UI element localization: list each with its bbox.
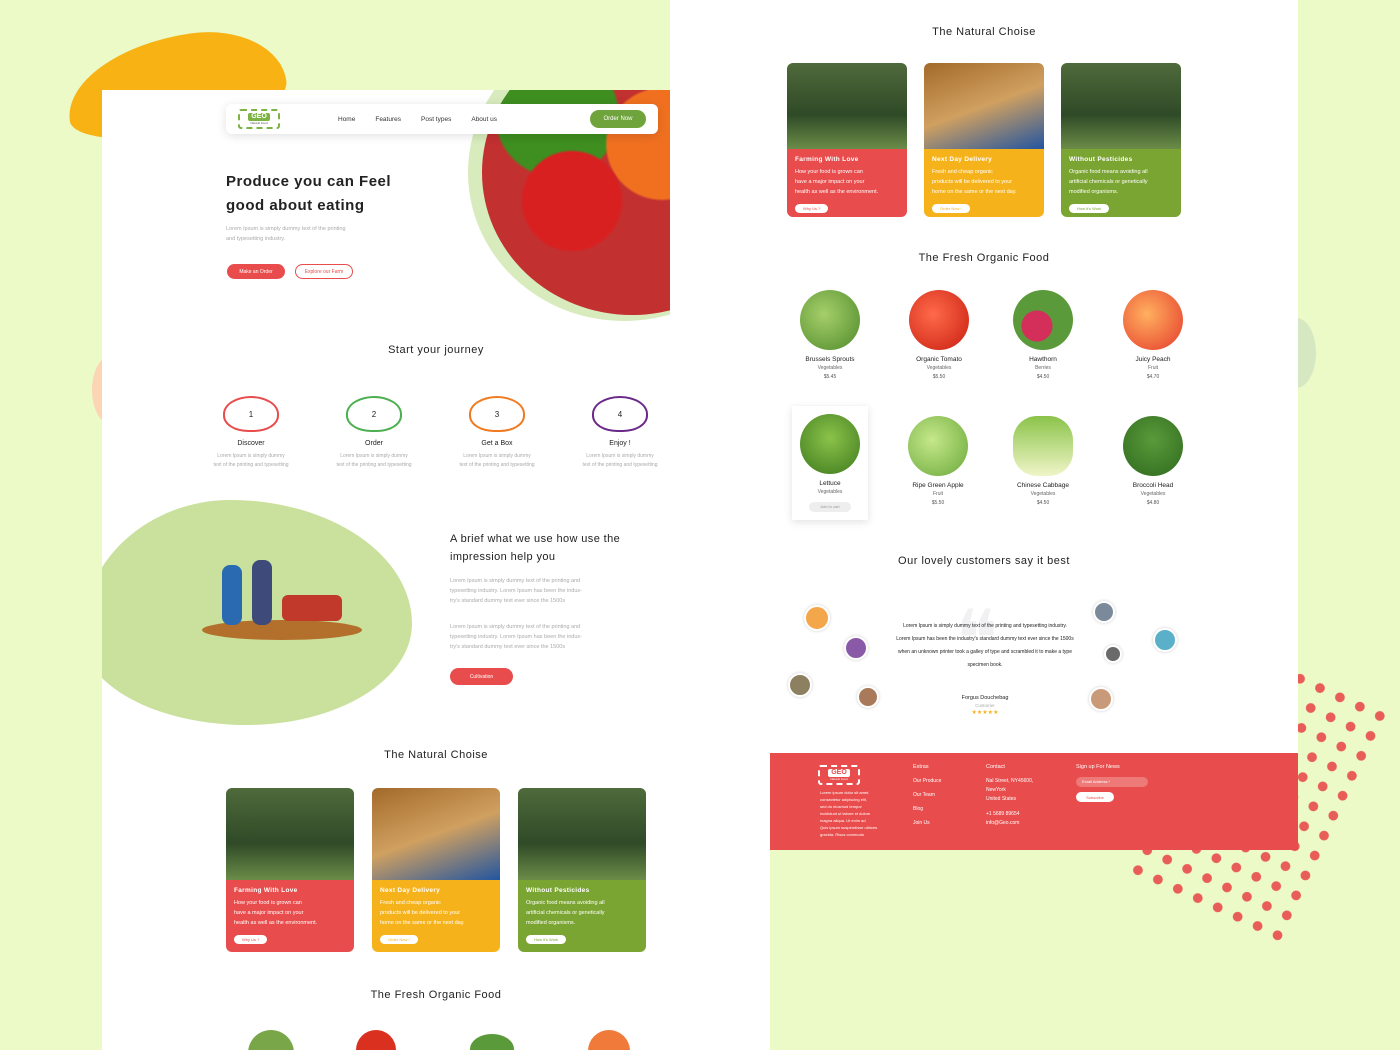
footer: GEO Natural Food Lorem ipsum dolor sit am… [770,753,1298,850]
order-now-card-button[interactable]: Order Now ! [380,935,418,944]
carrot-icon: 3 [469,396,525,432]
brussels-image-peek [248,1030,294,1050]
order-now-card-button[interactable]: Order Now ! [932,204,970,213]
product-juicy-peach[interactable]: Juicy Peach Fruit $4.70 [1103,290,1203,380]
how-it-works-button[interactable]: How it's Work [526,935,567,944]
card-farming: Farming With Love How your food is grown … [226,788,354,952]
peach-image [1123,290,1183,350]
step-order: 2 Order Lorem Ipsum is simply dummy text of… [319,396,429,470]
pesticides-photo [518,788,646,880]
hero-title: Produce you can Feel good about eating [226,173,392,214]
card-pesticides: Without Pesticides Organic food means avo… [518,788,646,952]
order-now-button[interactable]: Order Now [590,110,646,128]
delivery-photo [372,788,500,880]
footer-logo[interactable]: GEO Natural Food [818,765,860,785]
nav-about-us[interactable]: About us [471,116,497,123]
add-to-cart-button[interactable]: Add to cart [809,501,851,512]
geo-logo[interactable]: GEO Natural Food [238,109,280,129]
brief-paragraph-2: Lorem Ipsum is simply dummy text of the … [450,624,582,650]
natural-title-right: The Natural Choise [932,26,1036,38]
avatar[interactable] [804,605,830,631]
card-delivery: Next Day Delivery Fresh and cheap organic… [372,788,500,952]
broccoli-image [1123,416,1183,476]
card-pesticides-right: Without Pesticides Organic food means avo… [1061,63,1181,217]
journey-steps: 1 Discover Lorem Ipsum is simply dummy text… [196,396,675,470]
nav-features[interactable]: Features [375,116,401,123]
subscribe-button[interactable]: Subscribe [1076,792,1114,802]
step-get-box: 3 Get a Box Lorem Ipsum is simply dummy tex… [442,396,552,470]
farming-photo [787,63,907,149]
footer-about: Lorem ipsum dolor sit amet, consectetur a… [820,790,878,837]
card-delivery-right: Next Day Delivery Fresh and cheap organic… [924,63,1044,217]
cultivation-button[interactable]: Cultivation [450,668,513,685]
footer-link[interactable]: Blog [913,805,941,814]
tomato-image [909,290,969,350]
avatar[interactable] [857,686,879,708]
top-navbar: GEO Natural Food Home Features Post types… [226,104,658,134]
avatar[interactable] [1104,645,1122,663]
explore-farm-button[interactable]: Explore our Farm [295,264,353,279]
why-us-button[interactable]: Why Us ? [795,204,829,213]
footer-extras: Extras Our Produce Our Team Blog Join Us [913,764,942,828]
tomato-image-peek [356,1030,396,1050]
rating-stars: ★★★★★ [971,710,999,716]
avatar[interactable] [1093,601,1115,623]
peach-image-peek [588,1030,630,1050]
footer-link[interactable]: Our Team [913,791,941,800]
product-brussels-sprouts[interactable]: Brussels Sprouts Vegetables $5.45 [780,290,880,380]
testimonials-title: Our lovely customers say it best [898,555,1070,567]
testimonial-text: Lorem Ipsum is simply dummy text of the … [896,623,1074,668]
product-organic-tomato[interactable]: Organic Tomato Vegetables $5.50 [889,290,989,380]
product-chinese-cabbage[interactable]: Chinese Cabbage Vegetables $4.50 [993,416,1093,506]
product-green-apple[interactable]: Ripe Green Apple Fruit $5.50 [888,416,988,506]
card-farming-right: Farming With Love How your food is grown … [787,63,907,217]
hawthorn-image [1013,290,1073,350]
fresh-title-left: The Fresh Organic Food [370,989,502,1001]
broccoli-icon: 2 [346,396,402,432]
brief-paragraph-1: Lorem Ipsum is simply dummy text of the … [450,578,582,604]
footer-link[interactable]: Join Us [913,819,941,828]
brussels-sprouts-image [800,290,860,350]
why-us-button[interactable]: Why Us ? [234,935,268,944]
pesticides-photo [1061,63,1181,149]
footer-contact: Contact Nal Street, NY45600, NewYork United… [986,764,1034,826]
step-discover: 1 Discover Lorem Ipsum is simply dummy text… [196,396,306,470]
make-order-button[interactable]: Make an Order [227,264,285,279]
delivery-photo [924,63,1044,149]
green-apple-image [908,416,968,476]
avatar[interactable] [844,636,868,660]
nav-home[interactable]: Home [338,116,355,123]
apple-icon: 1 [223,396,279,432]
avatar[interactable] [1153,628,1177,652]
footer-newsletter: Sign up For News Email Address * Subscribe [1076,763,1148,803]
fresh-title-right: The Fresh Organic Food [918,252,1050,264]
how-it-works-button[interactable]: How it's Work [1069,204,1110,213]
product-lettuce[interactable]: Lettuce Vegetables Add to cart [792,406,868,520]
chinese-cabbage-image [1013,416,1073,476]
hawthorn-image-peek [470,1034,514,1050]
brief-title: A brief what we use how use the impressio… [450,533,621,563]
landing-page-right: The Natural Choise Farming With Love How … [670,0,1298,850]
testimonial-author: Forgus Douchebag Customer ★★★★★ [910,695,1060,716]
lettuce-image [800,414,860,474]
product-hawthorn[interactable]: Hawthorn Berries $4.50 [993,290,1093,380]
avatar[interactable] [1089,687,1113,711]
email-input[interactable]: Email Address * [1076,777,1148,787]
farming-photo [226,788,354,880]
avatar[interactable] [788,673,812,697]
eggplant-icon: 4 [592,396,648,432]
footer-link[interactable]: Our Produce [913,777,941,786]
nav-post-types[interactable]: Post types [421,116,451,123]
step-enjoy: 4 Enjoy ! Lorem Ipsum is simply dummy text … [565,396,675,470]
product-broccoli-head[interactable]: Broccoli Head Vegetables $4.80 [1103,416,1203,506]
farmers-illustration [102,500,412,725]
hero-subtitle: Lorem Ipsum is simply dummy text of the … [226,226,346,242]
